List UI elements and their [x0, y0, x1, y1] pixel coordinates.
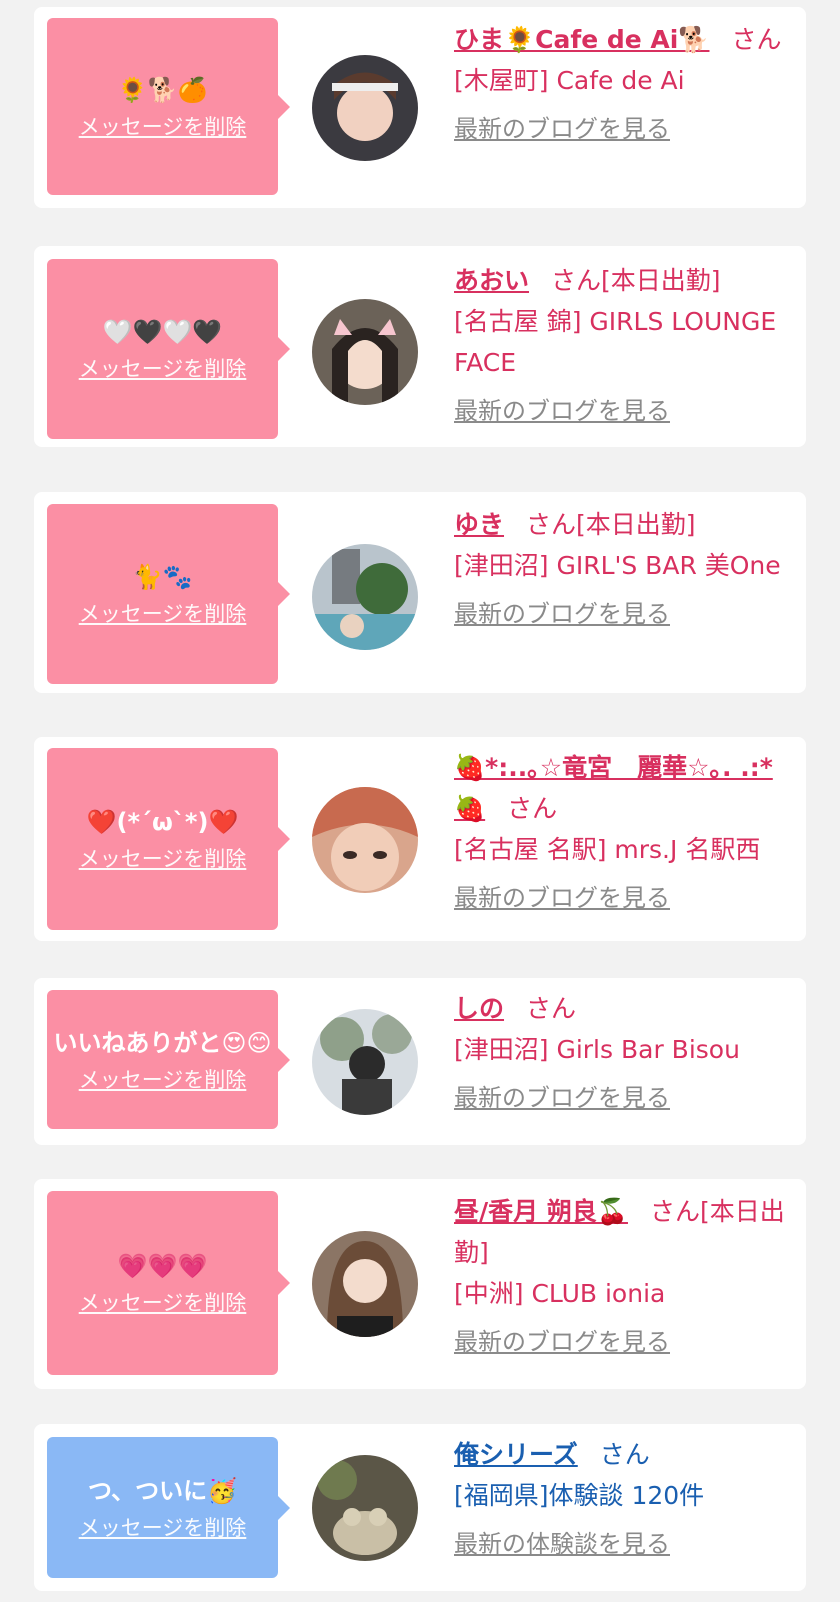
honorific: さん	[526, 510, 577, 539]
latest-blog-link[interactable]: 最新のブログを見る	[454, 109, 792, 150]
avatar[interactable]	[312, 55, 418, 161]
delete-message-link[interactable]: メッセージを削除	[79, 1066, 247, 1094]
message-text: いいねありがと😍😊	[53, 1028, 272, 1057]
honorific: さん	[507, 794, 558, 823]
delete-message-link[interactable]: メッセージを削除	[79, 1289, 247, 1317]
message-bubble: 🐈🐾 メッセージを削除	[47, 504, 290, 684]
user-info: あおい さん[本日出勤] [名古屋 錦] GIRLS LOUNGE FACE 最新…	[454, 260, 792, 432]
user-info: ゆき さん[本日出勤] [津田沼] GIRL'S BAR 美One 最新のブログを…	[454, 504, 792, 635]
avatar[interactable]	[312, 1231, 418, 1337]
avatar[interactable]	[312, 299, 418, 405]
message-text: 🤍🖤🤍🖤	[102, 318, 223, 346]
message-card: つ、ついに🥳 メッセージを削除 俺シリーズ さん [福岡県]体験談 120件 最新…	[34, 1424, 806, 1591]
message-bubble: いいねありがと😍😊 メッセージを削除	[47, 990, 290, 1129]
avatar[interactable]	[312, 1009, 418, 1115]
message-card: 🐈🐾 メッセージを削除 ゆき さん[本日出勤] [津田沼] GIRL'S BAR …	[34, 492, 806, 693]
message-text: つ、ついに🥳	[88, 1476, 237, 1505]
message-text: 💗💗💗	[117, 1252, 208, 1280]
user-info: ひま🌻Cafe de Ai🐕 さん [木屋町] Cafe de Ai 最新のブログ…	[454, 19, 792, 150]
message-text: 🐈🐾	[132, 563, 193, 591]
latest-blog-link[interactable]: 最新のブログを見る	[454, 391, 792, 432]
message-text: 🌻🐕🍊	[117, 75, 208, 104]
message-bubble: 🤍🖤🤍🖤 メッセージを削除	[47, 259, 290, 439]
user-name-link[interactable]: ひま🌻Cafe de Ai🐕	[454, 25, 709, 54]
delete-message-link[interactable]: メッセージを削除	[79, 355, 247, 383]
user-name-link[interactable]: 🍓*:..｡☆竜宮 麗華☆｡. .:*🍓	[454, 753, 773, 823]
shop-name: [津田沼] Girls Bar Bisou	[454, 1035, 740, 1064]
honorific: さん	[599, 1440, 650, 1469]
message-text: ❤️(*´ω`*)❤️	[86, 808, 239, 836]
shop-name: [名古屋 名駅] mrs.J 名駅西	[454, 835, 761, 864]
user-info: 俺シリーズ さん [福岡県]体験談 120件 最新の体験談を見る	[454, 1434, 792, 1565]
user-name-link[interactable]: 俺シリーズ	[454, 1440, 578, 1469]
message-card: 🤍🖤🤍🖤 メッセージを削除 あおい さん[本日出勤] [名古屋 錦] GIRLS …	[34, 246, 806, 447]
message-bubble: 💗💗💗 メッセージを削除	[47, 1191, 290, 1375]
message-card: 🌻🐕🍊 メッセージを削除 ひま🌻Cafe de Ai🐕 さん [木屋町] Cafe…	[34, 7, 806, 208]
latest-blog-link[interactable]: 最新のブログを見る	[454, 878, 792, 919]
shop-name: [名古屋 錦] GIRLS LOUNGE FACE	[454, 307, 777, 377]
avatar[interactable]	[312, 1455, 418, 1561]
avatar[interactable]	[312, 787, 418, 893]
status-tag: [本日出勤]	[576, 510, 696, 539]
latest-blog-link[interactable]: 最新のブログを見る	[454, 594, 792, 635]
delete-message-link[interactable]: メッセージを削除	[79, 845, 247, 873]
delete-message-link[interactable]: メッセージを削除	[79, 113, 247, 141]
shop-name: [木屋町] Cafe de Ai	[454, 66, 685, 95]
user-name-link[interactable]: あおい	[454, 266, 529, 295]
message-bubble: 🌻🐕🍊 メッセージを削除	[47, 18, 290, 195]
latest-blog-link[interactable]: 最新のブログを見る	[454, 1078, 792, 1119]
latest-experience-link[interactable]: 最新の体験談を見る	[454, 1524, 792, 1565]
honorific: さん	[526, 994, 577, 1023]
shop-name: [津田沼] GIRL'S BAR 美One	[454, 551, 781, 580]
user-name-link[interactable]: ゆき	[454, 510, 504, 539]
shop-name: [中洲] CLUB ionia	[454, 1279, 666, 1308]
message-bubble: つ、ついに🥳 メッセージを削除	[47, 1437, 290, 1578]
user-info: 🍓*:..｡☆竜宮 麗華☆｡. .:*🍓 さん [名古屋 名駅] mrs.J 名駅…	[454, 747, 792, 919]
latest-blog-link[interactable]: 最新のブログを見る	[454, 1322, 792, 1363]
user-info: しの さん [津田沼] Girls Bar Bisou 最新のブログを見る	[454, 988, 792, 1119]
message-card: いいねありがと😍😊 メッセージを削除 しの さん [津田沼] Girls Bar …	[34, 978, 806, 1145]
honorific: さん	[551, 266, 602, 295]
honorific: さん	[649, 1197, 700, 1226]
message-card: 💗💗💗 メッセージを削除 昼/香月 朔良🍒 さん[本日出勤] [中洲] CLUB …	[34, 1179, 806, 1389]
avatar[interactable]	[312, 544, 418, 650]
delete-message-link[interactable]: メッセージを削除	[79, 1514, 247, 1542]
delete-message-link[interactable]: メッセージを削除	[79, 600, 247, 628]
status-tag: [本日出勤]	[601, 266, 721, 295]
user-name-link[interactable]: 昼/香月 朔良🍒	[454, 1197, 628, 1226]
message-list: 🌻🐕🍊 メッセージを削除 ひま🌻Cafe de Ai🐕 さん [木屋町] Cafe…	[0, 0, 840, 1602]
message-card: ❤️(*´ω`*)❤️ メッセージを削除 🍓*:..｡☆竜宮 麗華☆｡. .:*…	[34, 737, 806, 941]
shop-name: [福岡県]体験談 120件	[454, 1481, 705, 1510]
user-info: 昼/香月 朔良🍒 さん[本日出勤] [中洲] CLUB ionia 最新のブログを…	[454, 1191, 792, 1363]
message-bubble: ❤️(*´ω`*)❤️ メッセージを削除	[47, 748, 290, 930]
user-name-link[interactable]: しの	[454, 994, 504, 1023]
honorific: さん	[731, 25, 782, 54]
